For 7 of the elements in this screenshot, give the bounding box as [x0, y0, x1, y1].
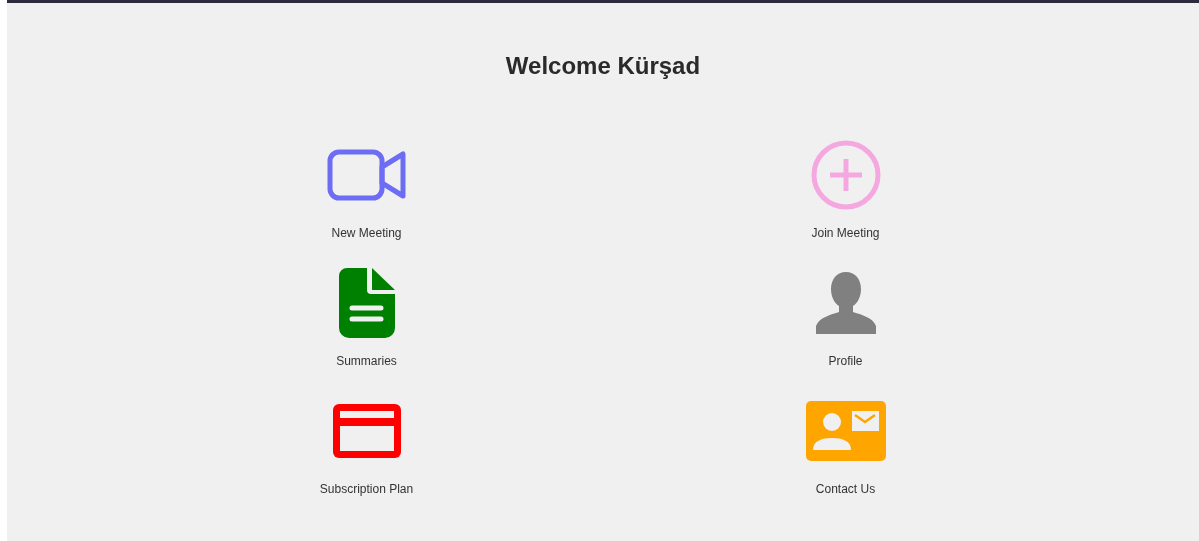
menu-tile-button[interactable]: Subscription Plan: [266, 391, 467, 497]
menu-tile-button[interactable]: New Meeting: [266, 135, 467, 241]
menu-tile-button[interactable]: Summaries: [266, 263, 467, 369]
welcome-heading: Welcome Kürşad: [504, 51, 702, 81]
menu-tile-button[interactable]: Profile: [745, 263, 946, 369]
menu-tile-button[interactable]: Join Meeting: [745, 135, 946, 241]
menu-tile-button[interactable]: Contact Us: [745, 391, 946, 497]
